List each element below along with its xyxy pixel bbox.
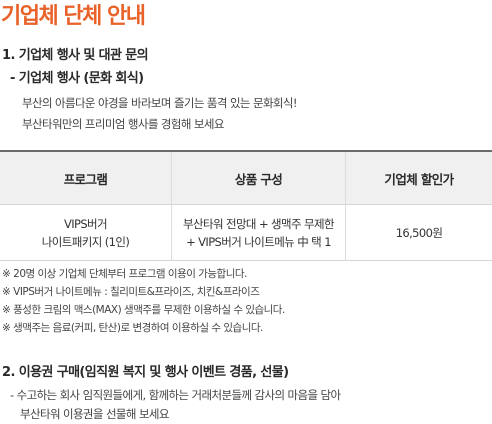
- program-line-1: VIPS버거: [63, 216, 108, 231]
- note-3: ※ 풍성한 크림의 맥스(MAX) 생맥주를 무제한 이용하실 수 있습니다.: [2, 304, 285, 316]
- cell-program: VIPS버거 나이트패키지 (1인): [0, 204, 172, 261]
- pricing-table: 프로그램 상품 구성 기업체 할인가 VIPS버거 나이트패키지 (1인) 부산…: [0, 150, 492, 261]
- section1-line-1: 부산의 아름다운 야경을 바라보며 즐기는 품격 있는 문화회식!: [22, 96, 298, 110]
- program-line-2: 나이트패키지 (1인): [41, 234, 130, 249]
- section1-line-2: 부산타워만의 프리미엄 행사를 경험해 보세요: [22, 117, 224, 131]
- section2-heading: 2. 이용권 구매(임직원 복지 및 행사 이벤트 경품, 선물): [2, 365, 289, 380]
- composition-line-2: + VIPS버거 나이트메뉴 中 택 1: [186, 234, 331, 249]
- note-1: ※ 20명 이상 기업체 단체부터 프로그램 이용이 가능합니다.: [2, 268, 247, 280]
- column-header-program: 프로그램: [0, 151, 172, 205]
- page-title: 기업체 단체 안내: [1, 4, 146, 29]
- page: 기업체 단체 안내 1. 기업체 행사 및 대관 문의 - 기업체 행사 (문화…: [0, 0, 492, 424]
- note-4: ※ 생맥주는 음료(커피, 탄산)로 변경하여 이용하실 수 있습니다.: [2, 322, 263, 334]
- column-header-price: 기업체 할인가: [345, 151, 492, 205]
- table-header-row: 프로그램 상품 구성 기업체 할인가: [0, 151, 492, 205]
- section1-heading: 1. 기업체 행사 및 대관 문의: [2, 48, 149, 63]
- section1-sub-heading: - 기업체 행사 (문화 회식): [10, 71, 144, 86]
- section2-line-1: - 수고하는 회사 임직원들에게, 함께하는 거래처분들께 감사의 마음을 담아: [10, 388, 341, 402]
- column-header-composition: 상품 구성: [171, 151, 346, 205]
- cell-price: 16,500원: [345, 204, 492, 261]
- section2-line-2: 부산타워 이용권을 선물해 보세요: [20, 407, 169, 421]
- cell-composition: 부산타워 전망대 + 생맥주 무제한 + VIPS버거 나이트메뉴 中 택 1: [171, 204, 346, 261]
- table-row: VIPS버거 나이트패키지 (1인) 부산타워 전망대 + 생맥주 무제한 + …: [0, 204, 492, 261]
- composition-line-1: 부산타워 전망대 + 생맥주 무제한: [183, 216, 335, 231]
- note-2: ※ VIPS버거 나이트메뉴 : 칠리미트&프라이즈, 치킨&프라이즈: [2, 286, 260, 298]
